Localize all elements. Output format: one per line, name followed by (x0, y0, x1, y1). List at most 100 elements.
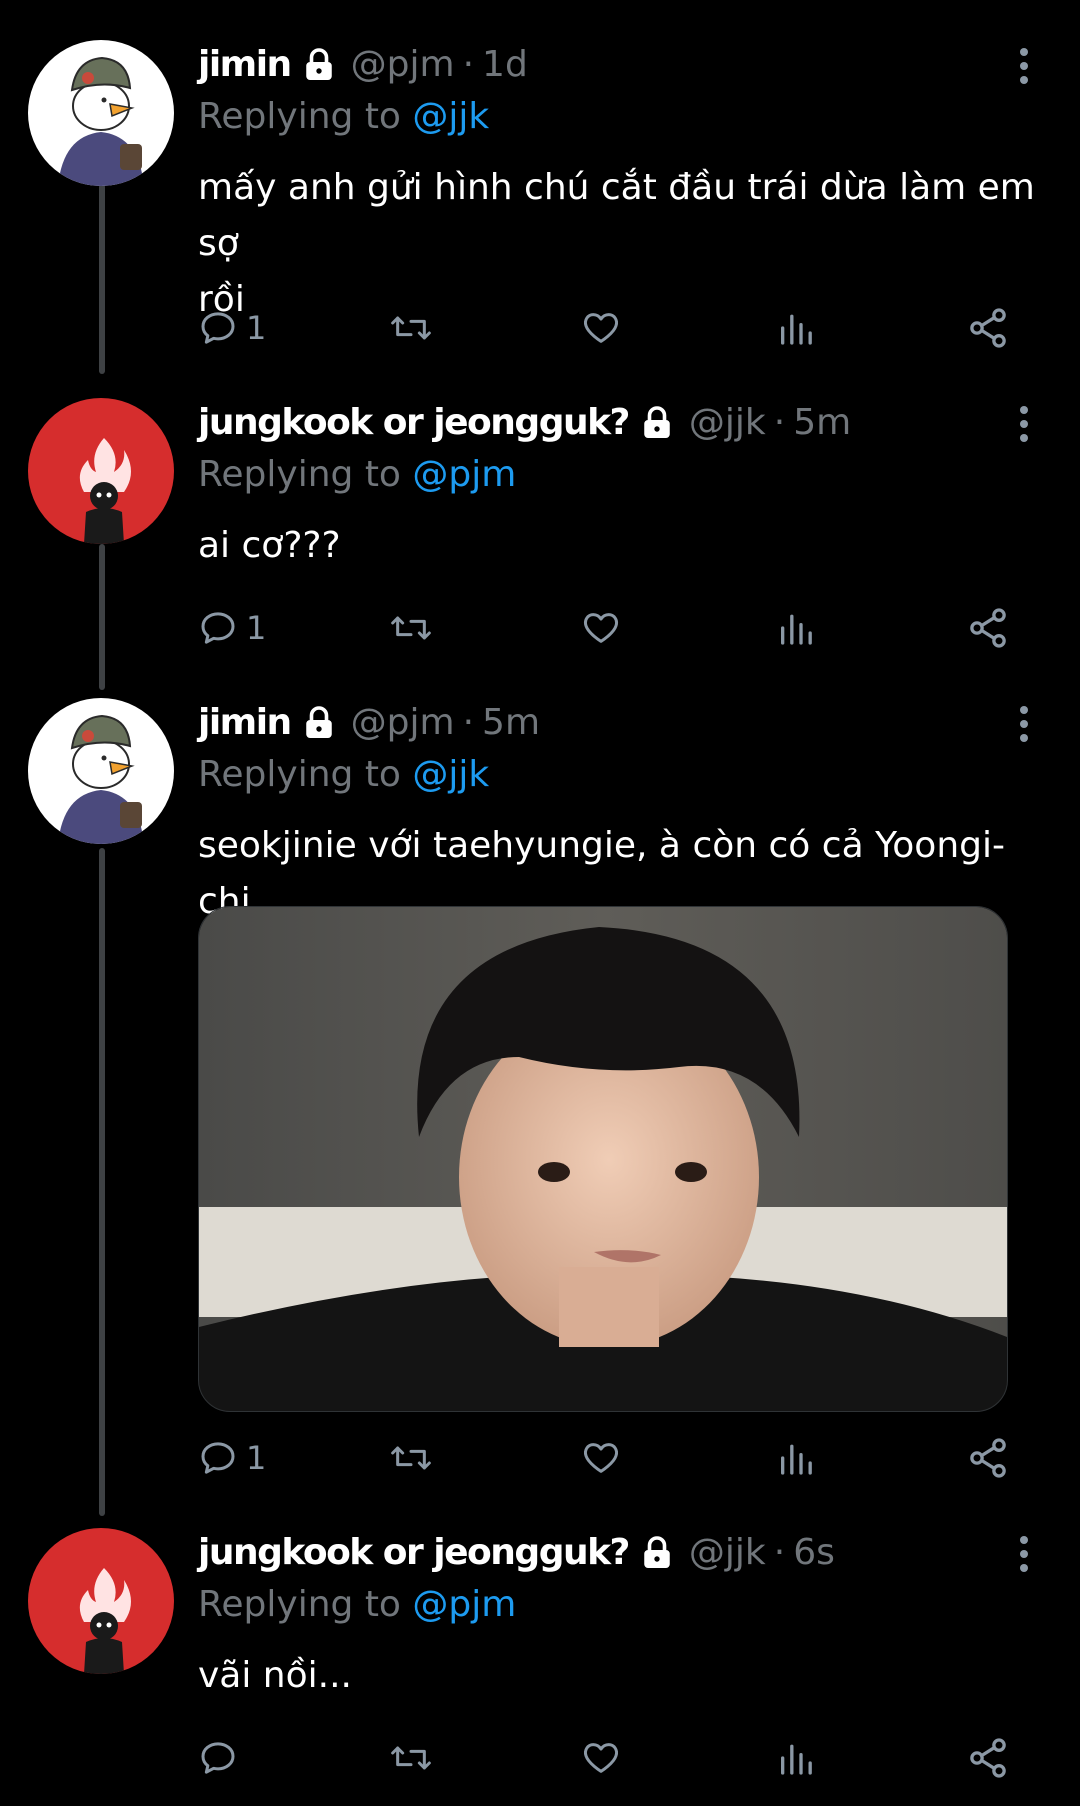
tweet-text: ai cơ??? (198, 525, 341, 566)
more-vertical-icon[interactable] (1012, 46, 1036, 86)
analytics-button[interactable] (776, 1733, 816, 1783)
timestamp[interactable]: 6s (793, 1528, 835, 1578)
share-button[interactable] (966, 1733, 1010, 1783)
mention-link[interactable]: @jjk (412, 96, 489, 137)
reply-count: 1 (246, 1439, 267, 1477)
like-button[interactable] (580, 1433, 622, 1483)
replying-to-label: Replying to (198, 1584, 413, 1625)
display-name[interactable]: jimin (198, 698, 292, 748)
tweet-media-photo[interactable] (198, 906, 1008, 1412)
reply-icon (201, 1442, 235, 1474)
mention-link[interactable]: @jjk (412, 754, 489, 795)
avatar[interactable] (28, 1528, 174, 1674)
mention-link[interactable]: @pjm (412, 454, 516, 495)
retweet-button[interactable] (388, 603, 434, 653)
analytics-icon (781, 614, 812, 645)
retweet-icon (391, 1446, 431, 1470)
flame-avatar-icon (28, 398, 174, 544)
lock-icon (305, 706, 332, 738)
retweet-button[interactable] (388, 303, 434, 353)
reply-icon (201, 312, 235, 344)
reply-icon (201, 1742, 235, 1774)
duck-avatar-icon (28, 40, 174, 186)
user-handle[interactable]: @jjk (689, 398, 766, 448)
share-button[interactable] (966, 303, 1010, 353)
retweet-button[interactable] (388, 1433, 434, 1483)
photo-image (199, 907, 1007, 1411)
thread-connector-line (99, 184, 105, 374)
lock-icon (644, 406, 670, 438)
tweet-header: jimin @pjm · 5m (198, 698, 1044, 748)
display-name[interactable]: jimin (198, 40, 292, 90)
thread-connector-line (99, 848, 105, 1516)
timestamp[interactable]: 1d (482, 40, 528, 90)
replying-to: Replying to @pjm (198, 450, 1044, 500)
user-handle[interactable]: @pjm (351, 698, 455, 748)
display-name[interactable]: jungkook or jeongguk? (198, 398, 630, 448)
like-button[interactable] (580, 303, 622, 353)
timestamp[interactable]: 5m (482, 698, 540, 748)
reply-button[interactable] (198, 1733, 246, 1783)
reply-count: 1 (246, 309, 267, 347)
share-icon (970, 1738, 1006, 1778)
avatar[interactable] (28, 698, 174, 844)
replying-to: Replying to @jjk (198, 92, 1044, 142)
analytics-icon (781, 1744, 812, 1775)
reply-count: 1 (246, 609, 267, 647)
avatar[interactable] (28, 398, 174, 544)
analytics-button[interactable] (776, 303, 816, 353)
reply-button[interactable]: 1 (198, 603, 266, 653)
share-button[interactable] (966, 603, 1010, 653)
more-vertical-icon[interactable] (1012, 704, 1036, 744)
reply-button[interactable]: 1 (198, 303, 266, 353)
tweet-actions (198, 1733, 1018, 1783)
user-handle[interactable]: @jjk (689, 1528, 766, 1578)
display-name[interactable]: jungkook or jeongguk? (198, 1528, 630, 1578)
heart-icon (584, 313, 618, 343)
more-vertical-icon[interactable] (1012, 1534, 1036, 1574)
retweet-icon (391, 316, 431, 340)
reply-button[interactable]: 1 (198, 1433, 266, 1483)
like-button[interactable] (580, 1733, 622, 1783)
timestamp[interactable]: 5m (793, 398, 851, 448)
share-icon (970, 608, 1006, 648)
heart-icon (584, 1743, 618, 1773)
analytics-icon (781, 314, 812, 345)
replying-to: Replying to @pjm (198, 1580, 1044, 1630)
share-button[interactable] (966, 1433, 1010, 1483)
analytics-button[interactable] (776, 1433, 816, 1483)
share-icon (970, 308, 1006, 348)
replying-to-label: Replying to (198, 454, 413, 495)
tweet-actions: 1 (198, 603, 1018, 653)
replying-to: Replying to @jjk (198, 750, 1044, 800)
retweet-icon (391, 1746, 431, 1770)
lock-icon (644, 1536, 670, 1568)
separator-dot: · (773, 1532, 786, 1573)
analytics-button[interactable] (776, 603, 816, 653)
analytics-icon (781, 1444, 812, 1475)
tweet-header: jungkook or jeongguk? @jjk · 6s (198, 1528, 1044, 1578)
tweet-actions: 1 (198, 1433, 1018, 1483)
replying-to-label: Replying to (198, 96, 413, 137)
duck-avatar-icon (28, 698, 174, 844)
tweet-text: vãi nồi... (198, 1655, 352, 1696)
lock-icon (305, 48, 332, 80)
retweet-button[interactable] (388, 1733, 434, 1783)
reply-icon (201, 612, 235, 644)
more-vertical-icon[interactable] (1012, 404, 1036, 444)
avatar[interactable] (28, 40, 174, 186)
heart-icon (584, 1443, 618, 1473)
user-handle[interactable]: @pjm (351, 40, 455, 90)
separator-dot: · (462, 702, 475, 743)
retweet-icon (391, 616, 431, 640)
heart-icon (584, 613, 618, 643)
like-button[interactable] (580, 603, 622, 653)
tweet-actions: 1 (198, 303, 1018, 353)
tweet-header: jimin @pjm · 1d (198, 40, 1044, 90)
separator-dot: · (773, 402, 786, 443)
replying-to-label: Replying to (198, 754, 413, 795)
thread-connector-line (99, 544, 105, 690)
mention-link[interactable]: @pjm (412, 1584, 516, 1625)
separator-dot: · (462, 44, 475, 85)
tweet-header: jungkook or jeongguk? @jjk · 5m (198, 398, 1044, 448)
